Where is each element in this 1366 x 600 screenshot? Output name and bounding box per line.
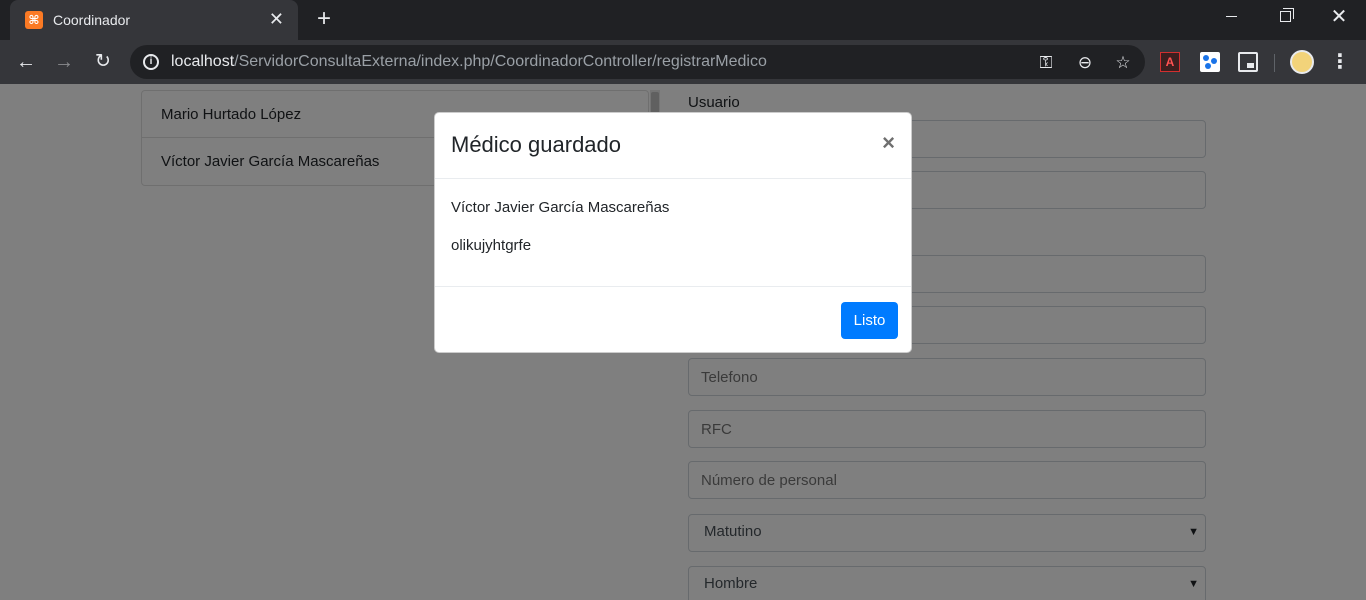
modal-body: Víctor Javier García Mascareñas olikujyh… (435, 179, 911, 287)
browser-tab[interactable]: ⌘ Coordinador ✕ (10, 0, 298, 40)
modal-medico-detail: olikujyhtgrfe (451, 237, 532, 254)
site-info-icon[interactable]: i (143, 54, 159, 70)
url-text[interactable]: localhost/ServidorConsultaExterna/index.… (171, 53, 767, 71)
dot-icon (1211, 58, 1217, 64)
xampp-favicon-icon: ⌘ (25, 11, 43, 29)
tab-title: Coordinador (53, 12, 131, 28)
reload-icon[interactable]: ↻ (89, 48, 117, 76)
pdf-extension-icon[interactable]: A (1160, 52, 1180, 72)
zoom-out-icon[interactable]: ⊖ (1074, 52, 1096, 74)
extension-dots-icon[interactable] (1200, 52, 1220, 72)
profile-avatar[interactable] (1290, 50, 1314, 74)
key-icon[interactable]: ⚿ (1035, 52, 1057, 74)
close-icon[interactable]: × (882, 131, 895, 155)
toolbar-divider (1274, 54, 1275, 72)
modal-footer: Listo (435, 286, 911, 353)
window-restore-button[interactable] (1258, 0, 1312, 34)
medico-guardado-modal: Médico guardado × Víctor Javier García M… (434, 112, 912, 353)
url-host: localhost (171, 53, 235, 70)
forward-arrow-icon[interactable]: → (50, 48, 78, 76)
star-icon[interactable]: ☆ (1112, 52, 1134, 74)
browser-tabstrip: ⌘ Coordinador ✕ + ✕ (0, 0, 1366, 40)
dot-icon (1205, 63, 1211, 69)
window-close-button[interactable]: ✕ (1312, 0, 1366, 34)
modal-medico-name: Víctor Javier García Mascareñas (451, 199, 670, 216)
address-bar[interactable]: i localhost/ServidorConsultaExterna/inde… (130, 45, 1145, 79)
dot-icon (1203, 55, 1209, 61)
modal-header: Médico guardado × (435, 113, 911, 179)
picture-in-picture-icon[interactable] (1238, 52, 1258, 72)
back-arrow-icon[interactable]: ← (12, 48, 40, 76)
browser-toolbar: ← → ↻ i localhost/ServidorConsultaExtern… (0, 40, 1366, 84)
window-minimize-button[interactable] (1204, 0, 1258, 34)
browser-menu-icon[interactable]: ⋮ (1330, 48, 1350, 76)
restore-icon (1279, 8, 1294, 23)
listo-button[interactable]: Listo (841, 302, 898, 339)
url-path: /ServidorConsultaExterna/index.php/Coord… (234, 53, 767, 70)
minimize-icon (1225, 16, 1237, 18)
modal-title: Médico guardado (451, 132, 622, 157)
new-tab-button[interactable]: + (312, 6, 336, 34)
tab-close-icon[interactable]: ✕ (269, 9, 284, 29)
